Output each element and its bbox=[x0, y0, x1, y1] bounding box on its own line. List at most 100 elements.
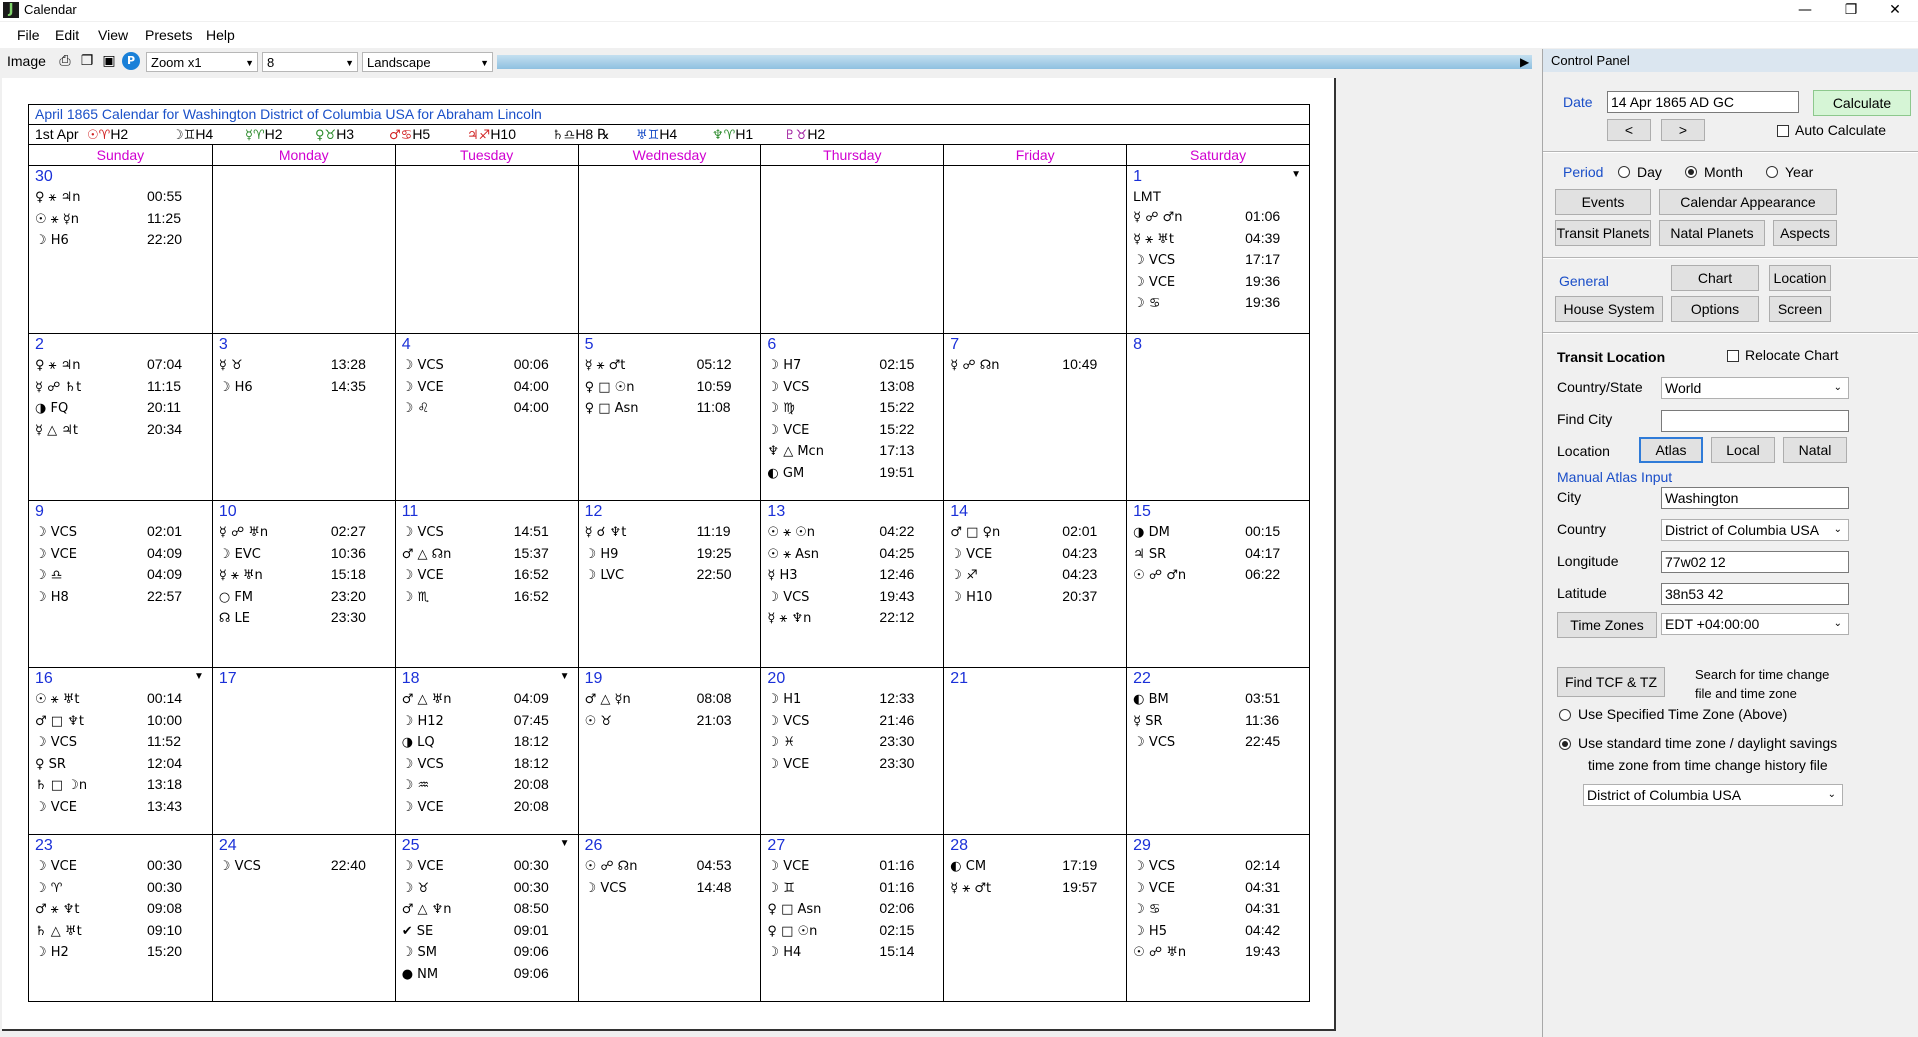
play-icon[interactable]: ▶ bbox=[1520, 55, 1529, 69]
event-item[interactable]: ☽ H4 15:14 bbox=[767, 941, 943, 963]
copy-icon[interactable]: ❐ bbox=[78, 52, 96, 70]
country-select[interactable]: District of Columbia USA ⌄ bbox=[1661, 519, 1849, 541]
event-item[interactable]: ♃ SR 04:17 bbox=[1133, 543, 1309, 565]
longitude-input[interactable]: 77w02 12 bbox=[1661, 551, 1849, 573]
event-item[interactable]: ☽ ♓ 23:30 bbox=[767, 731, 943, 753]
event-item[interactable]: ☽ ♊ 01:16 bbox=[767, 877, 943, 899]
day-cell[interactable]: 3 ☿ ♉ 13:28 ☽ H6 14:35 bbox=[211, 333, 395, 500]
event-item[interactable]: ♂ △ ♅n 04:09 bbox=[402, 688, 578, 710]
preview-icon[interactable]: P bbox=[122, 52, 140, 70]
event-item[interactable]: ☿ SR 11:36 bbox=[1133, 710, 1309, 732]
event-item[interactable]: ♀ ⚹ ♃n 00:55 bbox=[35, 186, 212, 208]
event-item[interactable]: ☿ ♉ 13:28 bbox=[219, 354, 395, 376]
events-button[interactable]: Events bbox=[1555, 189, 1651, 215]
event-item[interactable]: ☽ VCS 17:17 bbox=[1133, 249, 1309, 271]
day-cell[interactable]: 25 ▼ ☽ VCE 00:30 ☽ ♉ 00:30 ♂ △ ♆n 08:50 ✔ SE 09:0… bbox=[394, 834, 578, 1001]
event-item[interactable]: ☽ H8 22:57 bbox=[35, 586, 212, 608]
event-item[interactable]: ☿ ☍ ☊n 10:49 bbox=[950, 354, 1126, 376]
day-cell[interactable]: 12 ☿ ☌ ♆t 11:19 ☽ H9 19:25 ☽ LVC 22:50 bbox=[577, 500, 761, 667]
event-item[interactable]: ☽ ♐ 04:23 bbox=[950, 564, 1126, 586]
day-cell[interactable] bbox=[577, 166, 761, 333]
event-item[interactable]: ☽ H9 19:25 bbox=[585, 543, 761, 565]
day-dropdown-icon[interactable]: ▼ bbox=[1291, 169, 1301, 180]
event-item[interactable]: ◑ DM 00:15 bbox=[1133, 521, 1309, 543]
event-item[interactable]: ☉ ☍ ☊n 04:53 bbox=[585, 855, 761, 877]
event-item[interactable]: ◑ FQ 20:11 bbox=[35, 397, 212, 419]
event-item[interactable]: ☽ VCE 04:31 bbox=[1133, 877, 1309, 899]
event-item[interactable]: ♂ □ ♀n 02:01 bbox=[950, 521, 1126, 543]
event-item[interactable]: ☉ ☍ ♂n 06:22 bbox=[1133, 564, 1309, 586]
day-cell[interactable]: 14 ♂ □ ♀n 02:01 ☽ VCE 04:23 ☽ ♐ 04:23 ☽ H10 20:3… bbox=[943, 500, 1127, 667]
event-item[interactable]: ☿ ⚹ ♆n 22:12 bbox=[767, 607, 943, 629]
auto-calculate-checkbox[interactable] bbox=[1777, 125, 1789, 137]
day-cell[interactable]: 20 ☽ H1 12:33 ☽ VCS 21:46 ☽ ♓ 23:30 ☽ VCE 23:30 bbox=[760, 667, 944, 834]
chart-button[interactable]: Chart bbox=[1671, 265, 1759, 291]
event-item[interactable]: ♂ ⚹ ♆t 09:08 bbox=[35, 898, 212, 920]
natal-button[interactable]: Natal bbox=[1783, 437, 1847, 463]
event-item[interactable]: ☽ VCS 22:40 bbox=[219, 855, 395, 877]
event-item[interactable]: ☽ ♋ 19:36 bbox=[1133, 292, 1309, 314]
day-cell[interactable]: 15 ◑ DM 00:15 ♃ SR 04:17 ☉ ☍ ♂n 06:22 bbox=[1126, 500, 1309, 667]
event-item[interactable]: ☿ ☍ ♂n 01:06 bbox=[1133, 206, 1309, 228]
day-cell[interactable]: 19 ♂ △ ☿n 08:08 ☉ ♉ 21:03 bbox=[577, 667, 761, 834]
event-item[interactable]: ☽ VCS 11:52 bbox=[35, 731, 212, 753]
screen-button[interactable]: Screen bbox=[1769, 296, 1831, 322]
event-item[interactable]: ☽ H5 04:42 bbox=[1133, 920, 1309, 942]
country-state-select[interactable]: World ⌄ bbox=[1661, 377, 1849, 399]
zoom-select[interactable]: Zoom x1 ▼ bbox=[146, 52, 258, 72]
event-item[interactable]: ☽ VCS 02:01 bbox=[35, 521, 212, 543]
menu-file[interactable]: File bbox=[17, 27, 40, 43]
history-select[interactable]: District of Columbia USA ⌄ bbox=[1583, 784, 1843, 806]
event-item[interactable]: ☉ ⚹ ☿n 11:25 bbox=[35, 208, 212, 230]
orientation-select[interactable]: Landscape ▼ bbox=[362, 52, 493, 72]
day-cell[interactable]: 22 ◐ BM 03:51 ☿ SR 11:36 ☽ VCS 22:45 bbox=[1126, 667, 1309, 834]
event-item[interactable]: ☽ VCE 00:30 bbox=[35, 855, 212, 877]
event-item[interactable]: ☿ △ ♃t 20:34 bbox=[35, 419, 212, 441]
event-item[interactable]: ♀ □ Asn 11:08 bbox=[585, 397, 761, 419]
day-cell[interactable]: 6 ☽ H7 02:15 ☽ VCS 13:08 ☽ ♍ 15:22 ☽ VCE 15:22 ♆ … bbox=[760, 333, 944, 500]
period-year-radio[interactable] bbox=[1766, 166, 1778, 178]
day-cell[interactable]: 18 ▼ ♂ △ ♅n 04:09 ☽ H12 07:45 ◑ LQ 18:12 ☽ VCS 18… bbox=[394, 667, 578, 834]
aspects-button[interactable]: Aspects bbox=[1773, 220, 1837, 246]
event-item[interactable]: ♀ ⚹ ♃n 07:04 bbox=[35, 354, 212, 376]
find-tcf-button[interactable]: Find TCF & TZ bbox=[1557, 667, 1665, 697]
event-item[interactable]: ☽ VCS 14:48 bbox=[585, 877, 761, 899]
natal-planets-button[interactable]: Natal Planets bbox=[1659, 220, 1765, 246]
day-cell[interactable] bbox=[394, 166, 578, 333]
event-item[interactable]: ☽ VCE 20:08 bbox=[402, 796, 578, 818]
event-item[interactable]: ☽ VCE 16:52 bbox=[402, 564, 578, 586]
event-item[interactable]: ☿ ☌ ♆t 11:19 bbox=[585, 521, 761, 543]
event-item[interactable]: ☿ ⚹ ♅n 15:18 bbox=[219, 564, 395, 586]
event-item[interactable]: ☽ VCS 14:51 bbox=[402, 521, 578, 543]
day-cell[interactable] bbox=[760, 166, 943, 333]
event-item[interactable]: ☽ H6 22:20 bbox=[35, 229, 212, 251]
event-item[interactable]: ☊ LE 23:30 bbox=[219, 607, 395, 629]
event-item[interactable]: ♂ △ ☊n 15:37 bbox=[402, 543, 578, 565]
event-item[interactable]: ☽ VCS 02:14 bbox=[1133, 855, 1309, 877]
day-cell[interactable]: 4 ☽ VCS 00:06 ☽ VCE 04:00 ☽ ♌ 04:00 bbox=[394, 333, 578, 500]
event-item[interactable]: ☽ VCE 23:30 bbox=[767, 753, 943, 775]
event-item[interactable]: ○ FM 23:20 bbox=[219, 586, 395, 608]
event-item[interactable]: ☉ ⚹ Asn 04:25 bbox=[767, 543, 943, 565]
event-item[interactable]: ☽ VCE 04:23 bbox=[950, 543, 1126, 565]
day-cell[interactable]: 17 bbox=[211, 667, 395, 834]
day-dropdown-icon[interactable]: ▼ bbox=[194, 671, 204, 682]
event-item[interactable]: ☽ H12 07:45 bbox=[402, 710, 578, 732]
menu-edit[interactable]: Edit bbox=[55, 27, 79, 43]
find-city-input[interactable] bbox=[1661, 410, 1849, 432]
day-cell[interactable]: 5 ☿ ⚹ ♂t 05:12 ♀ □ ☉n 10:59 ♀ □ Asn 11:08 bbox=[577, 333, 761, 500]
event-item[interactable]: ☽ H10 20:37 bbox=[950, 586, 1126, 608]
event-item[interactable]: ☉ ☍ ♅n 19:43 bbox=[1133, 941, 1309, 963]
event-item[interactable]: ☽ H1 12:33 bbox=[767, 688, 943, 710]
period-day-radio[interactable] bbox=[1618, 166, 1630, 178]
day-cell[interactable]: 8 bbox=[1126, 333, 1309, 500]
event-item[interactable]: ☉ ⚹ ☉n 04:22 bbox=[767, 521, 943, 543]
day-cell[interactable] bbox=[211, 166, 395, 333]
event-item[interactable]: ☉ ♉ 21:03 bbox=[585, 710, 761, 732]
day-cell[interactable]: 27 ☽ VCE 01:16 ☽ ♊ 01:16 ♀ □ Asn 02:06 ♀ □ ☉n 02… bbox=[760, 834, 944, 1001]
options-button[interactable]: Options bbox=[1671, 296, 1759, 322]
event-item[interactable]: ✔ SE 09:01 bbox=[402, 920, 578, 942]
event-item[interactable]: ☽ VCE 04:09 bbox=[35, 543, 212, 565]
event-item[interactable]: ◐ GM 19:51 bbox=[767, 462, 943, 484]
event-item[interactable]: ☽ SM 09:06 bbox=[402, 941, 578, 963]
